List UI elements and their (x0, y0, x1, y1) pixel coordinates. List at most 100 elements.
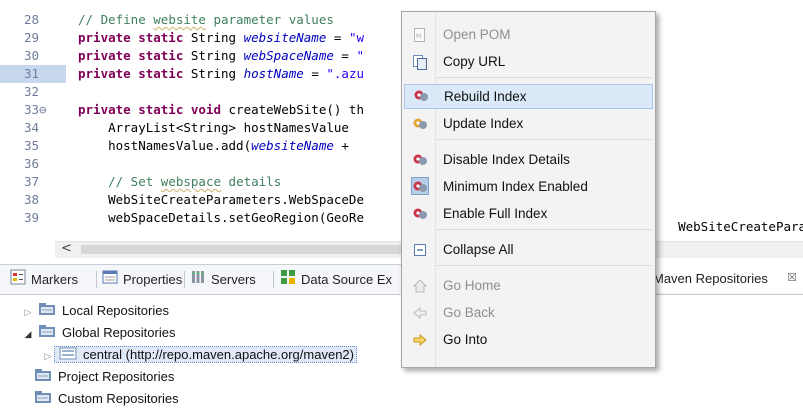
menu-item-rebuild-index[interactable]: Rebuild Index (404, 84, 653, 109)
expand-arrow-icon[interactable]: ▷ (22, 301, 34, 323)
repository-folder-icon (38, 301, 56, 323)
menu-item-open-pom[interactable]: M Open POM (404, 22, 651, 47)
repository-folder-icon (38, 323, 56, 345)
menu-item-label: Minimum Index Enabled (443, 179, 588, 194)
menu-item-copy-url[interactable]: Copy URL (404, 49, 651, 74)
menu-item-label: Enable Full Index (443, 206, 548, 221)
rebuild-index-icon (413, 88, 429, 104)
menu-item-go-back[interactable]: Go Back (404, 300, 651, 325)
code-token: = (326, 30, 349, 45)
code-token: + (333, 138, 357, 153)
tree-item-label: central (http://repo.maven.apache.org/ma… (83, 347, 354, 362)
close-icon[interactable]: ☒ (787, 264, 797, 293)
menu-item-label: Collapse All (443, 242, 514, 257)
back-arrow-icon (412, 304, 428, 320)
forward-arrow-icon (412, 331, 428, 347)
repository-icon (59, 345, 77, 367)
tree-item-label: Global Repositories (62, 325, 176, 340)
code-token: "w (348, 30, 365, 45)
menu-item-collapse-all[interactable]: Collapse All (404, 237, 651, 262)
menu-item-label: Go Into (443, 332, 488, 347)
code-token: websiteName (243, 30, 327, 45)
menu-item-minimum-index-enabled[interactable]: Minimum Index Enabled (404, 174, 651, 199)
code-token: " (356, 48, 364, 63)
code-token: webSpaceName (243, 48, 334, 63)
code-token: createWebSite() th (228, 102, 364, 117)
line-number: 30 (24, 48, 40, 63)
expand-arrow-icon[interactable]: ▷ (42, 345, 54, 367)
menu-item-enable-full-index[interactable]: Enable Full Index (404, 201, 651, 226)
line-number: 33⊖ (24, 102, 47, 117)
tab-divider (273, 271, 274, 288)
servers-icon (190, 266, 206, 295)
code-text: private static String hostName = ".azu (78, 65, 364, 83)
code-token: website (153, 12, 206, 27)
tree-item-label: Project Repositories (58, 369, 175, 384)
tree-item-custom-repositories[interactable]: Custom Repositories (34, 388, 179, 410)
code-token: parameter values (205, 12, 334, 27)
tab-maven-label: Maven Repositories (653, 271, 768, 286)
menu-item-label: Open POM (443, 27, 511, 42)
home-icon (412, 277, 428, 293)
pom-file-icon: M (412, 26, 428, 42)
line-number: 39 (24, 210, 40, 225)
code-token: = (303, 66, 327, 81)
menu-item-label: Go Back (443, 305, 495, 320)
code-token: hostNamesValue.add( (78, 138, 252, 153)
code-token: private static void (78, 102, 229, 117)
tree-item-project-repositories[interactable]: Project Repositories (34, 366, 174, 388)
line-number: 36 (24, 156, 40, 171)
code-token: hostName (243, 66, 304, 81)
line-number: 35 (24, 138, 40, 153)
menu-item-label: Copy URL (443, 54, 506, 69)
context-menu: M Open POM Copy URL Rebuild Index Update… (401, 11, 656, 368)
tab-divider (184, 271, 185, 288)
code-text: private static String webSpaceName = " (78, 47, 364, 65)
menu-item-label: Rebuild Index (444, 89, 527, 104)
tab-markers[interactable]: Markers (10, 265, 78, 294)
menu-item-label: Go Home (443, 278, 501, 293)
tab-data-source-label: Data Source Ex (301, 272, 393, 287)
markers-icon (10, 266, 26, 295)
code-token: websiteName (251, 138, 334, 153)
code-text: ArrayList<String> hostNamesValue (78, 119, 356, 137)
line-number: 28 (24, 12, 40, 27)
tab-servers-label: Servers (211, 272, 256, 287)
tab-maven-repositories[interactable]: Maven Repositories ☒ (640, 264, 803, 293)
tab-divider (96, 271, 97, 288)
tree-item-local-repositories[interactable]: ▷ Local Repositories (22, 300, 169, 322)
code-token: = (333, 48, 357, 63)
index-icon (412, 205, 428, 221)
code-text: private static void createWebSite() th (78, 101, 364, 119)
menu-item-go-into[interactable]: Go Into (404, 327, 651, 352)
tab-properties[interactable]: Properties (102, 265, 182, 294)
tree-item-central[interactable]: ▷ central (http://repo.maven.apache.org/m… (42, 344, 357, 366)
line-number: 34 (24, 120, 40, 135)
scroll-left-arrow[interactable]: < (61, 241, 72, 256)
code-text: private static String websiteName = "w (78, 29, 364, 47)
menu-separator (437, 139, 651, 140)
code-token: // Set (78, 174, 161, 189)
line-number: 32 (24, 84, 40, 99)
code-token: String (190, 48, 244, 63)
code-text: webSpaceDetails.setGeoRegion(GeoRe (78, 209, 364, 227)
code-text: // Set webspace details (78, 173, 281, 191)
repository-folder-icon (34, 367, 52, 389)
collapse-arrow-icon[interactable]: ◢ (22, 323, 34, 345)
menu-item-go-home[interactable]: Go Home (404, 273, 651, 298)
code-text: // Define website parameter values (78, 11, 334, 29)
tab-data-source-explorer[interactable]: Data Source Ex (280, 265, 392, 294)
tree-item-global-repositories[interactable]: ◢ Global Repositories (22, 322, 175, 344)
tab-properties-label: Properties (123, 272, 183, 287)
code-token: ArrayList<String> hostNamesValue (78, 120, 357, 135)
menu-item-update-index[interactable]: Update Index (404, 111, 651, 136)
line-number: 29 (24, 30, 40, 45)
code-token: private static (78, 30, 191, 45)
menu-item-disable-index-details[interactable]: Disable Index Details (404, 147, 651, 172)
tab-servers[interactable]: Servers (190, 265, 256, 294)
selected-tree-item[interactable]: central (http://repo.maven.apache.org/ma… (54, 346, 357, 363)
tab-markers-label: Markers (31, 272, 78, 287)
code-token: webspace (160, 174, 222, 189)
copy-icon (412, 53, 428, 70)
update-index-icon (412, 115, 428, 131)
